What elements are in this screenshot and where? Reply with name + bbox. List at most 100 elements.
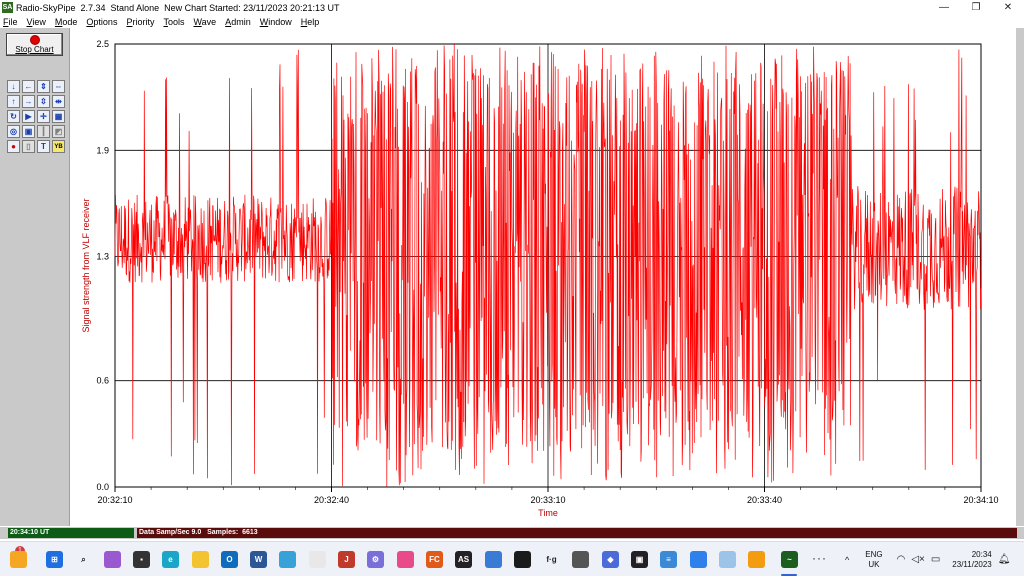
headphones-icon[interactable]	[748, 551, 765, 568]
yb-icon[interactable]: YB	[52, 140, 65, 153]
compress-horizontal-icon[interactable]: ⇹	[52, 95, 65, 108]
compress-vertical-icon[interactable]: ⇳	[37, 95, 50, 108]
pen-app-icon[interactable]	[572, 551, 589, 568]
text-icon[interactable]: T	[37, 140, 50, 153]
menu-item-options[interactable]: Options	[86, 17, 117, 27]
menu-item-help[interactable]: Help	[301, 17, 320, 27]
menu-item-mode[interactable]: Mode	[55, 17, 78, 27]
frame-app-icon[interactable]: ▣	[631, 551, 648, 568]
menu-label: dmin	[231, 16, 251, 27]
menu-item-window[interactable]: Window	[260, 17, 292, 27]
list-app-icon[interactable]: ≡	[660, 551, 677, 568]
fc-app-icon[interactable]: FC	[426, 551, 443, 568]
y-tick-label: 0.6	[96, 376, 109, 386]
x-axis-label: Time	[538, 508, 558, 518]
scroll-right-icon[interactable]: →	[22, 95, 35, 108]
battery-icon[interactable]: ▭	[931, 554, 940, 565]
menu-label: ave	[201, 16, 217, 27]
scroll-up-icon[interactable]: ↑	[7, 95, 20, 108]
chart[interactable]: 2.5 1.9 1.3 0.6 0.0 20:32:10 20:32:40 20:33:10 2…	[71, 28, 1016, 526]
start-icon[interactable]: ⊞	[46, 551, 63, 568]
expand-vertical-icon[interactable]: ⇕	[37, 80, 50, 93]
window-title: Radio-SkyPipe 2.7.34 Stand Alone New Cha…	[16, 2, 340, 13]
word-icon[interactable]: W	[250, 551, 267, 568]
play-icon[interactable]: ▶	[22, 110, 35, 123]
gem-app-icon[interactable]: ◆	[602, 551, 619, 568]
window-controls: — ❐ ✕	[928, 0, 1024, 15]
y-axis-label: Signal strength from VLF receiver	[81, 198, 91, 332]
scroll-left-icon[interactable]: ←	[22, 80, 35, 93]
refresh-icon[interactable]: ↻	[7, 110, 20, 123]
explorer-icon[interactable]	[192, 551, 209, 568]
app-icon[interactable]: SA	[2, 2, 13, 13]
record-icon[interactable]: ●	[7, 140, 20, 153]
menu-label: ode	[62, 16, 78, 27]
menu-item-priority[interactable]: Priority	[126, 17, 154, 27]
outlook-icon[interactable]: O	[221, 551, 238, 568]
scroll-down-icon[interactable]: ↓	[7, 80, 20, 93]
x-tick-label: 20:32:40	[314, 495, 349, 505]
x-tick-label: 20:32:10	[97, 495, 132, 505]
page-icon[interactable]: ▯	[22, 140, 35, 153]
skypipe-window: SA Radio-SkyPipe 2.7.34 Stand Alone New …	[0, 0, 1024, 576]
target-icon[interactable]: ◎	[7, 125, 20, 138]
notes-icon[interactable]	[309, 551, 326, 568]
y-tick-label: 2.5	[96, 39, 109, 49]
remote-desktop-icon[interactable]	[279, 551, 296, 568]
expand-horizontal-icon[interactable]: ⇔	[52, 80, 65, 93]
copilot-icon[interactable]	[104, 551, 121, 568]
minimize-button[interactable]: —	[928, 0, 960, 15]
y-tick-label: 1.3	[96, 252, 109, 262]
menu-label: ile	[8, 16, 18, 27]
crosshair-icon[interactable]: ✛	[37, 110, 50, 123]
menu-label: indow	[268, 16, 292, 27]
menu-bar: File View Mode Options Priority Tools Wave Admi…	[0, 15, 1024, 28]
notification-bell-icon[interactable]: 🔔︎	[998, 554, 1011, 565]
settings-gear-icon[interactable]: ⚙	[367, 551, 384, 568]
tool-panel: Stop Chart ↓ ← ⇕ ⇔ ↑ → ⇳ ⇹ ↻ ▶ ✛ ▦ ◎ ▣ ┃ ◩ ● ▯ T YB	[0, 28, 70, 526]
widgets-icon[interactable]	[10, 551, 27, 568]
fg-app-icon[interactable]: f·g	[543, 551, 560, 568]
volume-icon[interactable]: ◁×	[911, 554, 925, 565]
skypipe-taskbar-icon[interactable]: ~	[781, 551, 798, 568]
menu-label: riority	[132, 16, 155, 27]
y-tick-label: 1.9	[96, 145, 109, 155]
clock-date: 23/11/2023	[952, 559, 992, 569]
menu-item-admin[interactable]: Admin	[225, 17, 251, 27]
shield-icon[interactable]: J	[338, 551, 355, 568]
more-apps-icon[interactable]: ···	[812, 551, 827, 565]
menu-item-file[interactable]: File	[3, 17, 18, 27]
close-button[interactable]: ✕	[992, 0, 1024, 15]
clock-time: 20:34	[971, 549, 992, 559]
x-tick-label: 20:34:10	[963, 495, 998, 505]
chart-app-icon[interactable]	[514, 551, 531, 568]
chart-area[interactable]: 2.5 1.9 1.3 0.6 0.0 20:32:10 20:32:40 20:33:10 2…	[71, 28, 1016, 526]
taskbar: 1 ··· ^ ENG UK ◠ ◁× ▭ 20:34 23/11/2023 🔔…	[0, 541, 1024, 576]
menu-label: iew	[32, 16, 46, 27]
bar-icon[interactable]: ┃	[37, 125, 50, 138]
clock[interactable]: 20:34 23/11/2023	[952, 550, 991, 570]
as-app-icon[interactable]: AS	[455, 551, 472, 568]
maximize-button[interactable]: ❐	[960, 0, 992, 15]
image-icon[interactable]: ◩	[52, 125, 65, 138]
status-time: 20:34:10 UT	[8, 528, 134, 538]
menu-label: ools	[167, 16, 185, 27]
menu-item-view[interactable]: View	[27, 17, 46, 27]
box-icon[interactable]: ▣	[22, 125, 35, 138]
x-tick-label: 20:33:40	[747, 495, 782, 505]
grid-icon[interactable]: ▦	[52, 110, 65, 123]
photos-icon[interactable]	[397, 551, 414, 568]
tray-overflow-icon[interactable]: ^	[845, 555, 849, 565]
pictures-app-icon[interactable]	[719, 551, 736, 568]
edge-icon[interactable]: e	[162, 551, 179, 568]
menu-item-wave[interactable]: Wave	[193, 17, 216, 27]
globe-app-icon[interactable]	[690, 551, 707, 568]
language-indicator[interactable]: ENG UK	[865, 550, 882, 570]
wifi-icon[interactable]: ◠	[897, 554, 906, 565]
menu-label: ptions	[93, 16, 118, 27]
stop-chart-button[interactable]: Stop Chart	[6, 33, 63, 56]
map-app-icon[interactable]	[485, 551, 502, 568]
menu-item-tools[interactable]: Tools	[163, 17, 184, 27]
search-icon[interactable]: ⌕	[75, 551, 92, 568]
task-view-icon[interactable]: ▪	[133, 551, 150, 568]
